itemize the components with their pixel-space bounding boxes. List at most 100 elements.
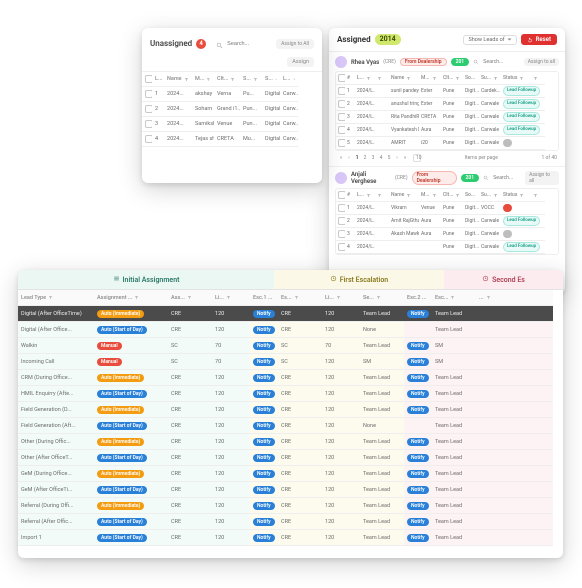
- notify-badge[interactable]: Notify: [407, 502, 429, 510]
- notify-badge[interactable]: Notify: [253, 422, 275, 430]
- column-header[interactable]: Clt...: [214, 72, 240, 87]
- notify-badge[interactable]: Notify: [407, 486, 429, 494]
- column-header[interactable]: Name: [389, 72, 419, 85]
- column-header[interactable]: [236, 290, 250, 306]
- assign-to-all-button[interactable]: Assign to all: [525, 171, 559, 185]
- column-header[interactable]: M...: [419, 189, 441, 202]
- pager-buttons[interactable]: «‹12345›»10: [337, 154, 421, 162]
- column-header[interactable]: S...: [262, 72, 280, 87]
- notify-badge[interactable]: Notify: [253, 342, 275, 350]
- checkbox[interactable]: [338, 243, 345, 251]
- column-header[interactable]: Li...: [212, 290, 236, 306]
- filter-icon[interactable]: [366, 76, 371, 81]
- notify-badge[interactable]: Notify: [253, 358, 275, 366]
- filter-icon[interactable]: [366, 193, 371, 198]
- notify-badge[interactable]: Notify: [253, 438, 275, 446]
- assign-to-all-button[interactable]: Assign to All: [276, 39, 314, 49]
- column-header[interactable]: L...: [355, 189, 375, 202]
- checkbox[interactable]: [338, 126, 345, 134]
- column-header[interactable]: Esc...: [432, 290, 462, 306]
- notify-badge[interactable]: Notify: [253, 502, 275, 510]
- notify-badge[interactable]: Notify: [253, 534, 275, 542]
- column-header[interactable]: [198, 290, 212, 306]
- column-header[interactable]: Ass...: [168, 290, 198, 306]
- checkbox[interactable]: [338, 217, 345, 225]
- filter-icon[interactable]: [377, 193, 382, 198]
- column-header[interactable]: Status: [501, 189, 531, 202]
- assign-to-all-button[interactable]: Assign to all: [524, 58, 559, 66]
- column-header[interactable]: S...: [240, 72, 262, 87]
- checkbox[interactable]: [338, 204, 345, 212]
- column-header[interactable]: [375, 72, 389, 85]
- notify-badge[interactable]: Notify: [407, 518, 429, 526]
- checkbox[interactable]: [338, 191, 345, 199]
- checkbox[interactable]: [338, 87, 345, 95]
- checkbox[interactable]: [338, 230, 345, 238]
- notify-badge[interactable]: Notify: [407, 374, 429, 382]
- notify-badge[interactable]: Notify: [253, 390, 275, 398]
- filter-icon[interactable]: [253, 77, 258, 82]
- notify-badge[interactable]: Notify: [253, 310, 275, 318]
- filter-icon[interactable]: [493, 76, 498, 81]
- filter-icon[interactable]: [336, 295, 341, 300]
- column-header[interactable]: Su...: [479, 189, 501, 202]
- checkbox[interactable]: [338, 139, 345, 147]
- column-header[interactable]: Name: [389, 189, 419, 202]
- notify-badge[interactable]: Notify: [253, 326, 275, 334]
- filter-icon[interactable]: [275, 77, 277, 82]
- column-header[interactable]: Status: [501, 72, 531, 85]
- notify-badge[interactable]: Notify: [253, 470, 275, 478]
- checkbox[interactable]: [338, 100, 345, 108]
- notify-badge[interactable]: Notify: [407, 454, 429, 462]
- column-header[interactable]: L...: [152, 72, 164, 87]
- checkbox[interactable]: [145, 120, 152, 128]
- filter-icon[interactable]: [533, 76, 538, 81]
- notify-badge[interactable]: Notify: [407, 358, 429, 366]
- column-header[interactable]: Esc.1 ...: [250, 290, 278, 306]
- cre-search-input[interactable]: [483, 59, 511, 65]
- column-header[interactable]: #: [345, 189, 355, 202]
- filter-icon[interactable]: [187, 295, 192, 300]
- filter-icon[interactable]: [206, 77, 211, 82]
- column-header[interactable]: Li...: [322, 290, 346, 306]
- notify-badge[interactable]: Notify: [407, 342, 429, 350]
- column-header[interactable]: Lead Type: [18, 290, 94, 306]
- column-header[interactable]: Esc.2 ...: [404, 290, 432, 306]
- filter-icon[interactable]: [450, 295, 455, 300]
- filter-icon[interactable]: [274, 295, 275, 300]
- column-header[interactable]: [462, 290, 476, 306]
- filter-icon[interactable]: [406, 76, 411, 81]
- filter-icon[interactable]: [293, 77, 295, 82]
- unassigned-search-input[interactable]: [227, 41, 272, 47]
- column-header[interactable]: [375, 189, 389, 202]
- filter-icon[interactable]: [48, 295, 53, 300]
- column-header[interactable]: Es...: [278, 290, 308, 306]
- filter-icon[interactable]: [486, 295, 491, 300]
- notify-badge[interactable]: Notify: [253, 454, 275, 462]
- notify-badge[interactable]: Notify: [407, 534, 429, 542]
- column-header[interactable]: L...: [355, 72, 375, 85]
- column-header[interactable]: ...: [476, 290, 553, 306]
- cre-search-input[interactable]: [493, 175, 521, 181]
- filter-icon[interactable]: [294, 295, 299, 300]
- column-header[interactable]: Su...: [479, 72, 501, 85]
- notify-badge[interactable]: Notify: [253, 486, 275, 494]
- filter-icon[interactable]: [226, 295, 231, 300]
- checkbox[interactable]: [338, 113, 345, 121]
- filter-icon[interactable]: [377, 76, 382, 81]
- column-header[interactable]: [154, 290, 168, 306]
- checkbox[interactable]: [145, 135, 152, 143]
- show-leads-select[interactable]: Show Leads of: [463, 35, 516, 45]
- checkbox[interactable]: [145, 105, 152, 113]
- notify-badge[interactable]: Notify: [407, 406, 429, 414]
- notify-badge[interactable]: Notify: [253, 518, 275, 526]
- column-header[interactable]: Clt...: [441, 72, 463, 85]
- notify-badge[interactable]: Notify: [407, 438, 429, 446]
- column-header[interactable]: [390, 290, 404, 306]
- notify-badge[interactable]: Notify: [407, 310, 429, 318]
- column-header[interactable]: So...: [463, 189, 479, 202]
- filter-icon[interactable]: [184, 77, 189, 82]
- column-header[interactable]: Name: [164, 72, 192, 87]
- checkbox[interactable]: [145, 90, 152, 98]
- column-header[interactable]: Clt...: [441, 189, 463, 202]
